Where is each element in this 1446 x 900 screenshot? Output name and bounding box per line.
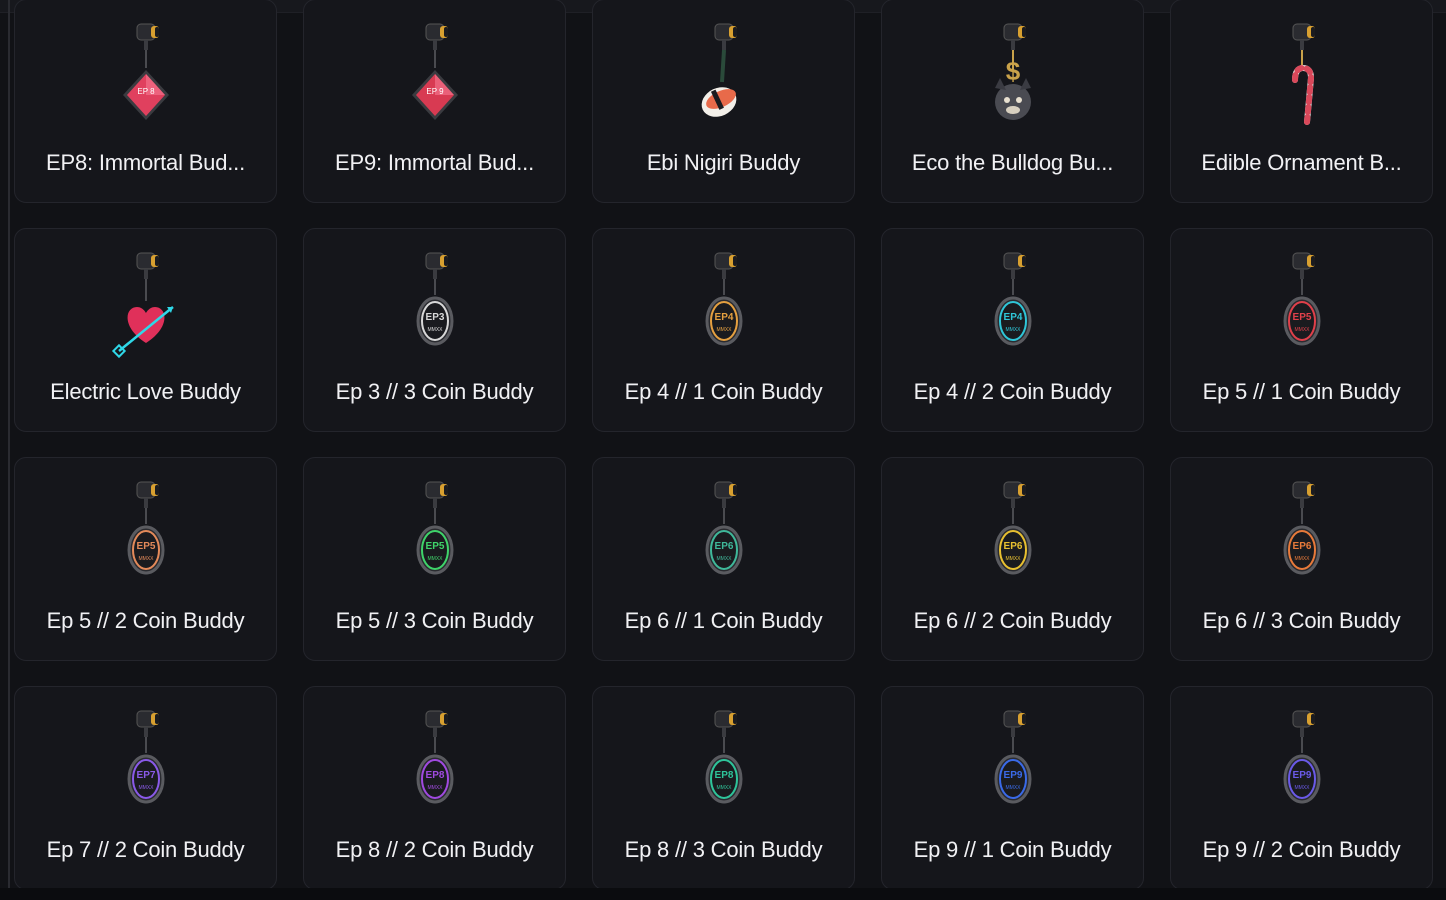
scroll-rail[interactable]: [8, 0, 10, 900]
buddy-name: EP9: Immortal Bud...: [335, 150, 534, 175]
buddy-card[interactable]: $ Eco the Bulldog Bu...: [881, 0, 1144, 203]
coin-icon: EP8 MMXX: [400, 709, 470, 819]
coin-icon: EP9 MMXX: [978, 709, 1048, 819]
svg-text:EP5: EP5: [1292, 312, 1311, 323]
buddy-name: Ep 6 // 3 Coin Buddy: [1202, 608, 1401, 633]
buddy-card[interactable]: EP7 MMXX Ep 7 // 2 Coin Buddy: [14, 686, 277, 890]
buddy-name: Ep 5 // 1 Coin Buddy: [1202, 379, 1401, 404]
buddy-name: Ep 5 // 3 Coin Buddy: [335, 608, 534, 633]
buddy-card[interactable]: EP6 MMXX Ep 6 // 1 Coin Buddy: [592, 457, 855, 661]
buddy-card[interactable]: Electric Love Buddy: [14, 228, 277, 432]
buddy-name: Ep 7 // 2 Coin Buddy: [46, 837, 245, 862]
svg-text:EP5: EP5: [425, 541, 444, 552]
svg-text:MMXX: MMXX: [1005, 785, 1021, 791]
buddy-card[interactable]: EP8 MMXX Ep 8 // 2 Coin Buddy: [303, 686, 566, 890]
buddy-name: Ebi Nigiri Buddy: [646, 150, 801, 175]
ep9-immortal-diamond-icon: EP 9: [400, 22, 470, 132]
buddy-card[interactable]: EP5 MMXX Ep 5 // 1 Coin Buddy: [1170, 228, 1433, 432]
bulldog-icon: $: [978, 22, 1048, 132]
heart-arrow-icon: [111, 251, 181, 361]
buddy-card[interactable]: EP9 MMXX Ep 9 // 2 Coin Buddy: [1170, 686, 1433, 890]
svg-text:$: $: [1005, 56, 1020, 86]
sushi-icon: [689, 22, 759, 132]
svg-text:MMXX: MMXX: [716, 556, 732, 562]
buddy-name: Ep 8 // 3 Coin Buddy: [624, 837, 823, 862]
coin-icon: EP5 MMXX: [400, 480, 470, 590]
coin-icon: EP4 MMXX: [689, 251, 759, 361]
buddy-card[interactable]: Ebi Nigiri Buddy: [592, 0, 855, 203]
buddy-card[interactable]: EP6 MMXX Ep 6 // 3 Coin Buddy: [1170, 457, 1433, 661]
svg-text:EP6: EP6: [1292, 541, 1311, 552]
coin-icon: EP3 MMXX: [400, 251, 470, 361]
svg-text:EP8: EP8: [714, 770, 733, 781]
coin-icon: EP9 MMXX: [1267, 709, 1337, 819]
bottom-edge-bar: [0, 888, 1446, 900]
svg-text:MMXX: MMXX: [427, 327, 443, 333]
svg-text:MMXX: MMXX: [427, 785, 443, 791]
candy-cane-icon: [1267, 22, 1337, 132]
svg-text:EP3: EP3: [425, 312, 444, 323]
buddy-card[interactable]: EP3 MMXX Ep 3 // 3 Coin Buddy: [303, 228, 566, 432]
buddy-name: Ep 4 // 1 Coin Buddy: [624, 379, 823, 404]
buddy-card[interactable]: EP4 MMXX Ep 4 // 1 Coin Buddy: [592, 228, 855, 432]
svg-text:MMXX: MMXX: [1005, 327, 1021, 333]
coin-icon: EP6 MMXX: [1267, 480, 1337, 590]
buddy-name: Electric Love Buddy: [50, 379, 241, 404]
svg-text:MMXX: MMXX: [138, 785, 154, 791]
svg-text:MMXX: MMXX: [138, 556, 154, 562]
buddy-name: Ep 4 // 2 Coin Buddy: [913, 379, 1112, 404]
buddy-name: Ep 9 // 1 Coin Buddy: [913, 837, 1112, 862]
svg-text:MMXX: MMXX: [716, 785, 732, 791]
coin-icon: EP6 MMXX: [978, 480, 1048, 590]
svg-text:EP 8: EP 8: [137, 87, 155, 96]
buddy-gallery: EP 8 EP8: Immortal Bud... EP 9 EP9: Immorta…: [0, 0, 1446, 900]
svg-text:MMXX: MMXX: [427, 556, 443, 562]
buddy-card[interactable]: EP 9 EP9: Immortal Bud...: [303, 0, 566, 203]
svg-text:EP7: EP7: [136, 770, 155, 781]
buddy-name: Ep 6 // 1 Coin Buddy: [624, 608, 823, 633]
ep8-immortal-diamond-icon: EP 8: [111, 22, 181, 132]
svg-text:EP4: EP4: [1003, 312, 1022, 323]
buddy-card[interactable]: EP9 MMXX Ep 9 // 1 Coin Buddy: [881, 686, 1144, 890]
buddy-name: Edible Ornament B...: [1201, 150, 1402, 175]
coin-icon: EP7 MMXX: [111, 709, 181, 819]
svg-text:EP 9: EP 9: [426, 87, 444, 96]
coin-icon: EP6 MMXX: [689, 480, 759, 590]
svg-text:MMXX: MMXX: [1294, 785, 1310, 791]
svg-text:MMXX: MMXX: [1005, 556, 1021, 562]
buddy-name: Ep 3 // 3 Coin Buddy: [335, 379, 534, 404]
buddy-name: Ep 8 // 2 Coin Buddy: [335, 837, 534, 862]
svg-text:EP4: EP4: [714, 312, 733, 323]
buddy-name: Eco the Bulldog Bu...: [911, 150, 1114, 175]
svg-text:EP5: EP5: [136, 541, 155, 552]
buddy-card[interactable]: EP5 MMXX Ep 5 // 3 Coin Buddy: [303, 457, 566, 661]
buddy-card[interactable]: EP4 MMXX Ep 4 // 2 Coin Buddy: [881, 228, 1144, 432]
svg-text:MMXX: MMXX: [1294, 556, 1310, 562]
svg-text:EP9: EP9: [1292, 770, 1311, 781]
buddy-grid: EP 8 EP8: Immortal Bud... EP 9 EP9: Immorta…: [14, 0, 1435, 890]
svg-text:EP6: EP6: [714, 541, 733, 552]
svg-text:MMXX: MMXX: [1294, 327, 1310, 333]
coin-icon: EP5 MMXX: [111, 480, 181, 590]
coin-icon: EP4 MMXX: [978, 251, 1048, 361]
buddy-card[interactable]: Edible Ornament B...: [1170, 0, 1433, 203]
buddy-name: Ep 9 // 2 Coin Buddy: [1202, 837, 1401, 862]
buddy-name: EP8: Immortal Bud...: [46, 150, 245, 175]
coin-icon: EP5 MMXX: [1267, 251, 1337, 361]
svg-text:EP8: EP8: [425, 770, 444, 781]
buddy-card[interactable]: EP5 MMXX Ep 5 // 2 Coin Buddy: [14, 457, 277, 661]
svg-text:MMXX: MMXX: [716, 327, 732, 333]
coin-icon: EP8 MMXX: [689, 709, 759, 819]
buddy-name: Ep 5 // 2 Coin Buddy: [46, 608, 245, 633]
svg-text:EP6: EP6: [1003, 541, 1022, 552]
buddy-card[interactable]: EP6 MMXX Ep 6 // 2 Coin Buddy: [881, 457, 1144, 661]
svg-text:EP9: EP9: [1003, 770, 1022, 781]
buddy-name: Ep 6 // 2 Coin Buddy: [913, 608, 1112, 633]
buddy-card[interactable]: EP8 MMXX Ep 8 // 3 Coin Buddy: [592, 686, 855, 890]
buddy-card[interactable]: EP 8 EP8: Immortal Bud...: [14, 0, 277, 203]
